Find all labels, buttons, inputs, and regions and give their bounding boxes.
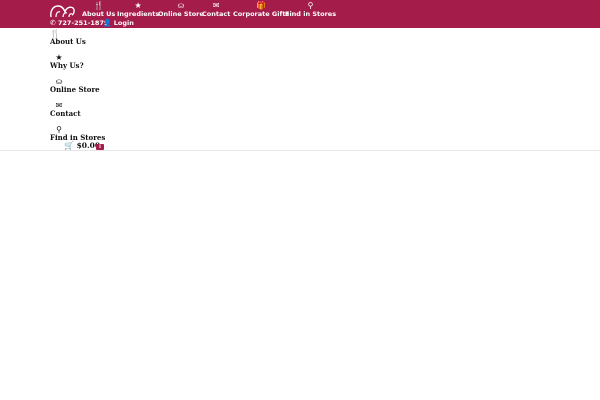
login-link[interactable]: 👤 Login	[103, 19, 134, 27]
nav-about-us[interactable]: 🍴 About Us	[82, 1, 115, 18]
nav-ingredients-label: Ingredients	[117, 10, 160, 18]
nav-ingredients[interactable]: ★ Ingredients	[117, 1, 159, 18]
side-menu-contact-label: Contact	[50, 109, 81, 118]
envelope-icon: ✉	[212, 1, 220, 10]
nav-corporate-gifts[interactable]: 🎁 Corporate Gifts	[233, 1, 289, 18]
divider	[0, 150, 600, 151]
basket-icon: ⛀	[177, 1, 185, 10]
phone-icon: ✆	[50, 19, 56, 27]
nav-online-store-label: Online Store	[158, 10, 204, 18]
side-menu-why-us-label: Why Us?	[50, 61, 84, 70]
side-menu-find-in-stores[interactable]: ⚲ Find in Stores	[50, 125, 105, 142]
nav-about-us-label: About Us	[82, 10, 116, 18]
header-bar: 🍴 About Us ★ Ingredients ⛀ Online Store …	[0, 0, 600, 28]
nav-find-in-stores-label: Find in Stores	[285, 10, 337, 18]
shopping-cart-icon: 🛒	[64, 141, 74, 150]
user-icon: 👤	[103, 19, 112, 27]
phone-link[interactable]: ✆ 727-251-1879	[50, 19, 109, 27]
nav-corporate-gifts-label: Corporate Gifts	[233, 10, 290, 18]
nav-contact[interactable]: ✉ Contact	[202, 1, 230, 18]
side-menu-about-us[interactable]: 🍴 About Us	[50, 29, 86, 46]
map-pin-icon: ⚲	[307, 1, 314, 10]
side-menu-online-store[interactable]: ⛀ Online Store	[50, 77, 100, 94]
phone-number: 727-251-1879	[57, 19, 109, 27]
side-menu-online-store-label: Online Store	[50, 85, 100, 94]
nav-online-store[interactable]: ⛀ Online Store	[158, 1, 204, 18]
nav-contact-label: Contact	[202, 10, 231, 18]
side-menu-contact[interactable]: ✉ Contact	[50, 101, 81, 118]
cart-button[interactable]: 🛒 $0.00	[64, 141, 100, 150]
login-label: Login	[113, 19, 134, 27]
gift-icon: 🎁	[256, 1, 267, 10]
utensils-icon: 🍴	[93, 1, 104, 10]
side-menu-why-us[interactable]: ★ Why Us?	[50, 53, 84, 70]
star-icon: ★	[134, 1, 142, 10]
side-menu-about-us-label: About Us	[50, 37, 86, 46]
nav-find-in-stores[interactable]: ⚲ Find in Stores	[285, 1, 336, 18]
